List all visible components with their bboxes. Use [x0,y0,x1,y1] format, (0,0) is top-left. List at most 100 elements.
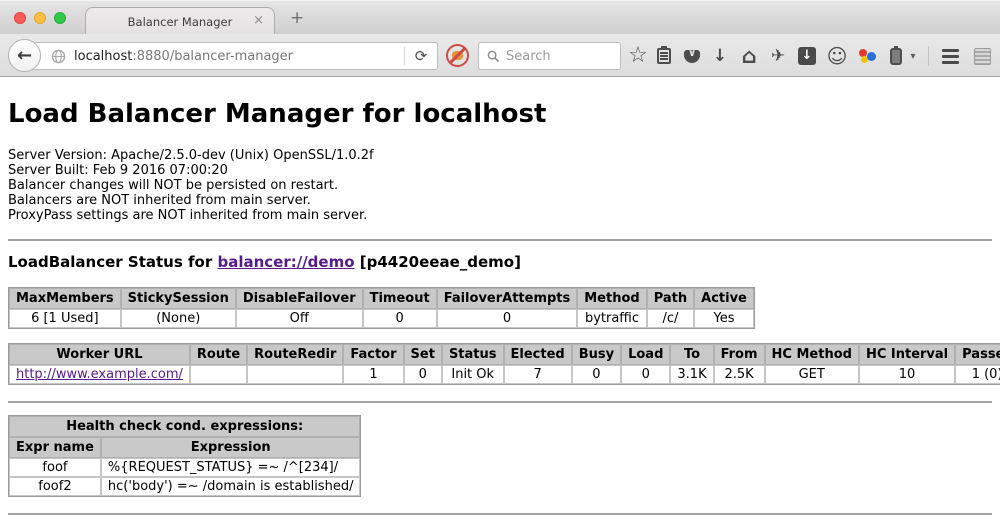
table-row: foof %{REQUEST_STATUS} =~ /^[234]/ [9,458,360,477]
divider [8,401,992,403]
download-extension-icon[interactable]: ↓ [793,42,821,70]
table-row: http://www.example.com/ 1 0 Init Ok 7 0 … [9,365,1000,384]
new-tab-button[interactable]: + [290,8,304,28]
column-header: To [670,344,713,365]
column-header: StickySession [121,288,236,309]
column-header: Status [442,344,504,365]
browser-chrome: Balancer Manager × + ← localhost:8880/ba… [0,0,1000,77]
column-header: Set [404,344,442,365]
home-icon[interactable]: ⌂ [735,42,763,70]
table-row: foof2 hc('body') =~ /domain is establish… [9,477,360,496]
column-header: RouteRedir [247,344,343,365]
health-table-title: Health check cond. expressions: [9,416,360,437]
table-cell: foof [9,458,101,477]
table-header-row: Health check cond. expressions: [9,416,360,437]
divider [8,239,992,241]
column-header: Path [647,288,694,309]
column-header: HC Method [765,344,859,365]
server-version-line: Server Version: Apache/2.5.0-dev (Unix) … [8,148,992,163]
table-cell: 0 [621,365,670,384]
table-cell: 6 [1 Used] [9,309,121,328]
table-cell: 2.5K [714,365,765,384]
column-header: From [714,344,765,365]
inherit-notice-line: Balancers are NOT inherited from main se… [8,193,992,208]
column-header: Factor [343,344,403,365]
table-cell: %{REQUEST_STATUS} =~ /^[234]/ [101,458,361,477]
worker-url-link[interactable]: http://www.example.com/ [16,367,183,382]
table-cell: 0 [363,309,437,328]
page-content: Load Balancer Manager for localhost Serv… [0,77,1000,491]
table-cell: http://www.example.com/ [9,365,190,384]
column-header: Route [190,344,247,365]
url-path: :8880/balancer-manager [132,49,293,64]
column-header: Expr name [9,437,101,458]
search-input[interactable] [506,49,606,64]
downloads-icon[interactable]: ↓ [706,42,734,70]
color-picker-extension-icon[interactable] [853,42,881,70]
server-built-line: Server Built: Feb 9 2016 07:00:20 [8,163,992,178]
tab-title: Balancer Manager [128,15,233,29]
column-header: Worker URL [9,344,190,365]
table-cell: Yes [694,309,754,328]
table-cell: foof2 [9,477,101,496]
table-cell: 1 [343,365,403,384]
menu-hamburger-icon[interactable] [936,42,964,70]
bookmark-star-icon[interactable]: ☆ [624,42,652,70]
table-cell: 0 [572,365,621,384]
balancer-settings-table: MaxMembers StickySession DisableFailover… [8,287,755,329]
table-cell: 0 [437,309,578,328]
heading-suffix: [p4420eeae_demo] [355,253,521,271]
table-cell: 3.1K [670,365,713,384]
tab-balancer-manager[interactable]: Balancer Manager × [85,7,275,35]
table-cell [247,365,343,384]
reload-icon[interactable]: ⟳ [405,47,437,65]
overflow-caret-icon[interactable]: ▾ [905,42,921,70]
url-text[interactable]: localhost:8880/balancer-manager [74,49,404,64]
table-cell: (None) [121,309,236,328]
pocket-icon[interactable] [678,42,706,70]
globe-icon [51,49,66,64]
tab-bar: Balancer Manager × + [0,0,1000,34]
table-cell: Off [236,309,363,328]
url-domain: localhost [74,49,132,64]
table-cell: 1 (0) [955,365,1000,384]
table-header-row: Worker URL Route RouteRedir Factor Set S… [9,344,1000,365]
column-header: Method [577,288,646,309]
minimize-window-button[interactable] [34,12,46,24]
table-cell: /c/ [647,309,694,328]
url-bar[interactable]: localhost:8880/balancer-manager ⟳ [28,42,438,70]
table-cell: 10 [859,365,955,384]
table-cell: bytraffic [577,309,646,328]
content-blocked-icon[interactable] [446,44,469,67]
table-header-row: Expr name Expression [9,437,360,458]
table-cell: hc('body') =~ /domain is established/ [101,477,361,496]
bookmarks-menu-icon[interactable] [650,42,678,70]
send-tab-icon[interactable]: ✈ [764,42,792,70]
proxypass-notice-line: ProxyPass settings are NOT inherited fro… [8,208,992,223]
table-cell: Init Ok [442,365,504,384]
window-controls [14,12,66,24]
persist-notice-line: Balancer changes will NOT be persisted o… [8,178,992,193]
sidebar-extension-icon[interactable] [968,42,996,70]
close-window-button[interactable] [14,12,26,24]
column-header: FailoverAttempts [437,288,578,309]
table-header-row: MaxMembers StickySession DisableFailover… [9,288,754,309]
column-header: HC Interval [859,344,955,365]
zoom-window-button[interactable] [54,12,66,24]
balancer-demo-link[interactable]: balancer://demo [217,253,354,271]
column-header: Timeout [363,288,437,309]
back-button[interactable]: ← [8,39,41,72]
worker-table: Worker URL Route RouteRedir Factor Set S… [8,343,1000,385]
column-header: Passes [955,344,1000,365]
tab-close-icon[interactable]: × [253,13,264,28]
search-icon [487,50,500,63]
balancer-status-heading: LoadBalancer Status for balancer://demo … [8,253,992,271]
column-header: Busy [572,344,621,365]
column-header: Active [694,288,754,309]
toolbar-separator [928,46,929,66]
table-cell [190,365,247,384]
search-bar[interactable] [478,42,621,70]
column-header: Load [621,344,670,365]
column-header: Expression [101,437,361,458]
emoji-extension-icon[interactable]: ☺ [823,42,851,70]
